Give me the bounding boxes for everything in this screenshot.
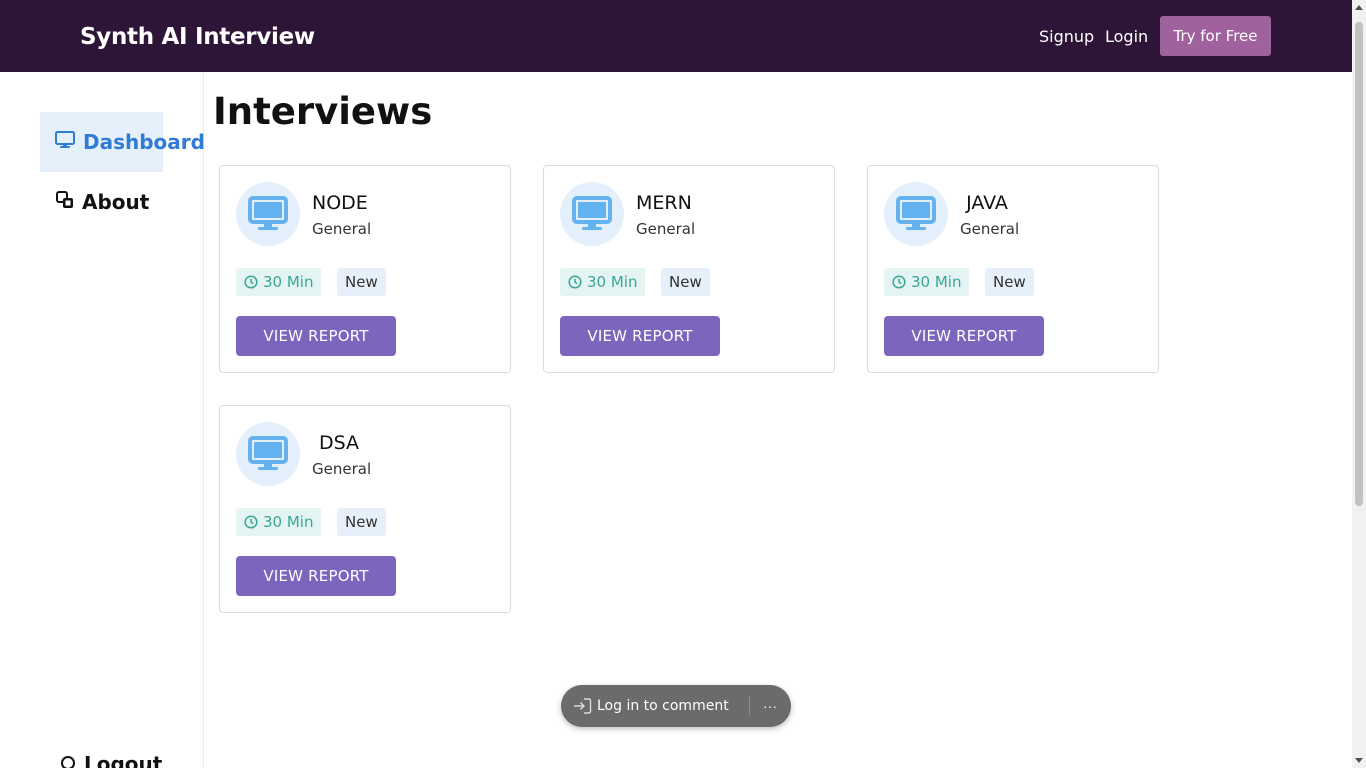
- view-report-button[interactable]: VIEW REPORT: [236, 556, 396, 596]
- duration-badge: 30 Min: [236, 508, 322, 536]
- interview-category: General: [636, 220, 696, 238]
- interview-card: DSA General 30 Min New VIEW REPORT: [219, 405, 511, 613]
- duration-badge: 30 Min: [560, 268, 646, 296]
- interview-category: General: [312, 460, 372, 478]
- status-badge: New: [337, 508, 386, 536]
- brand-logo[interactable]: Synth AI Interview: [80, 24, 315, 50]
- duration-badge: 30 Min: [884, 268, 970, 296]
- interview-card: NODE General 30 Min New VIEW REPORT: [219, 165, 511, 373]
- monitor-icon: [236, 422, 300, 486]
- sidebar-item-label: About: [82, 190, 150, 214]
- comment-toolbar: Log in to comment ···: [561, 685, 791, 727]
- clock-icon: [568, 275, 582, 289]
- interview-category: General: [960, 220, 1020, 238]
- sidebar-item-dashboard[interactable]: Dashboard: [40, 112, 205, 172]
- sidebar-item-about[interactable]: About: [40, 172, 149, 232]
- interview-name: MERN: [636, 192, 692, 214]
- sidebar-item-label: Dashboard: [83, 130, 205, 154]
- interview-card: MERN General 30 Min New VIEW REPORT: [543, 165, 835, 373]
- login-link[interactable]: Login: [1105, 27, 1148, 46]
- monitor-icon: [236, 182, 300, 246]
- scroll-up-arrow-icon[interactable]: [1355, 5, 1363, 10]
- sign-in-icon: [574, 698, 592, 714]
- status-badge: New: [337, 268, 386, 296]
- sidebar: Dashboard About Logout: [0, 72, 205, 768]
- duration-badge: 30 Min: [236, 268, 322, 296]
- page-title: Interviews: [213, 90, 433, 133]
- clock-icon: [892, 275, 906, 289]
- status-badge: New: [985, 268, 1034, 296]
- top-navbar: Synth AI Interview Signup Login Try for …: [0, 0, 1352, 72]
- scrollbar-thumb[interactable]: [1355, 22, 1363, 506]
- status-badge: New: [661, 268, 710, 296]
- interview-category: General: [312, 220, 372, 238]
- interview-card: JAVA General 30 Min New VIEW REPORT: [867, 165, 1159, 373]
- monitor-icon: [884, 182, 948, 246]
- interview-name: DSA: [318, 432, 360, 454]
- log-in-to-comment-button[interactable]: Log in to comment: [573, 685, 729, 727]
- view-report-button[interactable]: VIEW REPORT: [884, 316, 1044, 356]
- clock-icon: [244, 275, 258, 289]
- interview-name: JAVA: [966, 192, 1008, 214]
- copy-icon: [56, 190, 74, 214]
- page-scrollbar[interactable]: [1352, 0, 1366, 768]
- logout-icon: [60, 752, 76, 768]
- sidebar-item-label: Logout: [84, 752, 163, 768]
- monitor-icon: [560, 182, 624, 246]
- interview-name: NODE: [312, 192, 368, 214]
- view-report-button[interactable]: VIEW REPORT: [560, 316, 720, 356]
- clock-icon: [244, 515, 258, 529]
- sidebar-item-logout[interactable]: Logout: [40, 744, 162, 768]
- view-report-button[interactable]: VIEW REPORT: [236, 316, 396, 356]
- toolbar-divider: [749, 696, 750, 716]
- more-options-icon[interactable]: ···: [757, 685, 783, 727]
- monitor-icon: [55, 130, 75, 154]
- scroll-down-arrow-icon[interactable]: [1355, 758, 1363, 763]
- try-for-free-button[interactable]: Try for Free: [1160, 16, 1271, 56]
- signup-link[interactable]: Signup: [1039, 27, 1094, 46]
